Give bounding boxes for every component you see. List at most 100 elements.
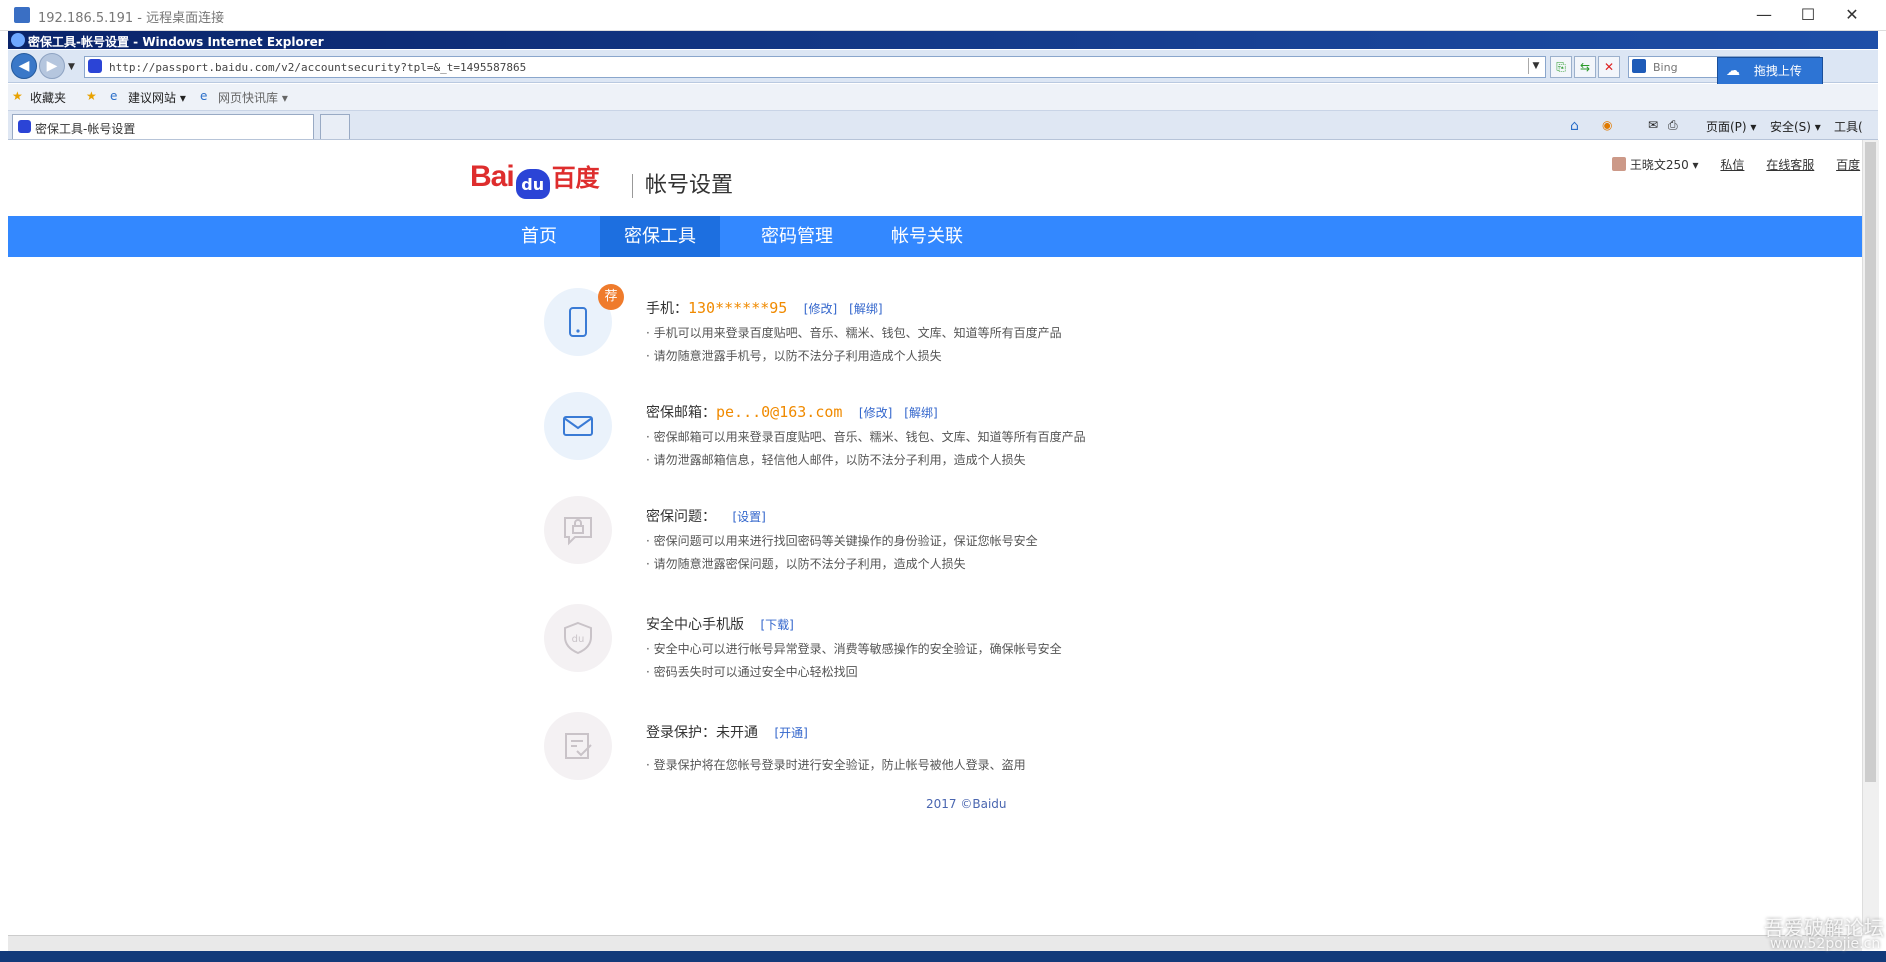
- security-item-login-protect: 登录保护：未开通 [开通] · 登录保护将在您帐号登录时进行安全验证，防止帐号被…: [544, 712, 1244, 802]
- address-bar[interactable]: ▼: [84, 56, 1546, 78]
- mail-icon: [544, 392, 612, 460]
- email-unbind-link[interactable]: [解绑]: [904, 406, 937, 420]
- question-desc-1: · 密保问题可以用来进行找回密码等关键操作的身份验证，保证您帐号安全: [646, 534, 1038, 548]
- add-favorite-icon[interactable]: ★: [86, 89, 97, 103]
- back-arrow-icon[interactable]: ◀: [11, 53, 37, 79]
- question-setup-link[interactable]: [设置]: [732, 510, 765, 524]
- maximize-icon[interactable]: ☐: [1786, 4, 1830, 26]
- email-desc-1: · 密保邮箱可以用来登录百度贴吧、音乐、糯米、钱包、文库、知道等所有百度产品: [646, 430, 1086, 444]
- phone-icon: 荐: [544, 284, 624, 356]
- email-title: 密保邮箱：pe...0@163.com [修改] [解绑]: [646, 402, 938, 422]
- web-slice-gallery-link[interactable]: 网页快讯库 ▾: [218, 89, 288, 106]
- tools-menu[interactable]: 工具(: [1834, 118, 1863, 135]
- svg-text:du: du: [572, 634, 585, 645]
- phone-label: 手机：: [646, 301, 688, 317]
- mail-icon[interactable]: ✉: [1648, 118, 1658, 132]
- phone-modify-link[interactable]: [修改]: [804, 302, 837, 316]
- page-title: 帐号设置: [632, 174, 733, 198]
- taskbar: [0, 951, 1886, 962]
- tab-title: 密保工具-帐号设置: [35, 122, 136, 136]
- favorites-button[interactable]: 收藏夹: [30, 89, 66, 106]
- footer-copyright: 2017 ©Baidu: [926, 797, 1007, 811]
- login-protect-enable-link[interactable]: [开通]: [774, 726, 807, 740]
- username-dropdown[interactable]: 王晓文250 ▾: [1630, 158, 1699, 172]
- phone-value: 130******95: [688, 299, 788, 317]
- remote-desktop-title: 192.186.5.191 - 远程桌面连接: [38, 11, 225, 26]
- ie-page-icon: e: [200, 89, 208, 103]
- mobile-app-download-link[interactable]: [下载]: [760, 618, 793, 632]
- baidu-logo[interactable]: Bai du 百度: [470, 158, 600, 199]
- favorites-bar: ★ 收藏夹 ★ e 建议网站 ▾ e 网页快讯库 ▾: [8, 84, 1878, 111]
- refresh-icon[interactable]: ⇆: [1574, 56, 1596, 78]
- mobile-app-title: 安全中心手机版 [下载]: [646, 614, 794, 634]
- ie-icon: [11, 33, 25, 47]
- remote-desktop-icon: [14, 7, 30, 23]
- address-dropdown-icon[interactable]: ▼: [1528, 58, 1543, 74]
- shield-icon: du: [544, 604, 612, 672]
- question-title: 密保问题： [设置]: [646, 506, 766, 526]
- login-protect-desc-1: · 登录保护将在您帐号登录时进行安全验证，防止帐号被他人登录、盗用: [646, 758, 1026, 772]
- forward-arrow-icon[interactable]: ▶: [39, 53, 65, 79]
- user-links: 王晓文250 ▾ 私信 在线客服 百度: [1612, 156, 1860, 173]
- security-item-email: 密保邮箱：pe...0@163.com [修改] [解绑] · 密保邮箱可以用来登…: [544, 392, 1244, 482]
- baidu-home-link[interactable]: 百度: [1836, 158, 1860, 172]
- compat-view-icon[interactable]: ⎘: [1550, 56, 1572, 78]
- print-icon[interactable]: ⎙: [1668, 118, 1678, 133]
- vertical-scrollbar[interactable]: [1862, 140, 1879, 935]
- phone-desc-1: · 手机可以用来登录百度贴吧、音乐、糯米、钱包、文库、知道等所有百度产品: [646, 326, 1062, 340]
- remote-desktop-titlebar: 192.186.5.191 - 远程桌面连接 — ☐ ✕: [0, 0, 1886, 31]
- document-check-icon: [544, 712, 612, 780]
- security-item-question: 密保问题： [设置] · 密保问题可以用来进行找回密码等关键操作的身份验证，保证…: [544, 496, 1244, 586]
- phone-title: 手机：130******95 [修改] [解绑]: [646, 298, 883, 318]
- page-menu[interactable]: 页面(P) ▾: [1706, 118, 1756, 135]
- email-value: pe...0@163.com: [716, 403, 843, 421]
- lock-chat-icon: [544, 496, 612, 564]
- home-icon[interactable]: ⌂: [1570, 118, 1579, 134]
- phone-unbind-link[interactable]: [解绑]: [849, 302, 882, 316]
- mobile-app-desc-2: · 密码丢失时可以通过安全中心轻松找回: [646, 665, 858, 679]
- close-icon[interactable]: ✕: [1830, 4, 1874, 26]
- status-bar: [8, 935, 1862, 952]
- login-protect-label: 登录保护：未开通: [646, 725, 758, 741]
- nav-home[interactable]: 首页: [474, 216, 604, 257]
- history-dropdown-icon[interactable]: ▼: [68, 62, 75, 72]
- favorites-star-icon: ★: [12, 89, 23, 103]
- recommend-badge: 荐: [598, 284, 624, 310]
- cloud-icon: ☁: [1726, 63, 1740, 79]
- mobile-app-desc-1: · 安全中心可以进行帐号异常登录、消费等敏感操作的安全验证，确保帐号安全: [646, 642, 1062, 656]
- tab-favicon-icon: [18, 120, 31, 133]
- rss-icon[interactable]: ◉: [1602, 118, 1612, 132]
- bing-icon: [1632, 59, 1646, 73]
- tab-account-settings[interactable]: 密保工具-帐号设置: [12, 114, 314, 139]
- safety-menu[interactable]: 安全(S) ▾: [1770, 118, 1821, 135]
- online-service-link[interactable]: 在线客服: [1766, 158, 1814, 172]
- ie-window-title: 密保工具-帐号设置 - Windows Internet Explorer: [28, 35, 324, 49]
- phone-desc-2: · 请勿随意泄露手机号，以防不法分子利用造成个人损失: [646, 349, 942, 363]
- nav-password[interactable]: 密码管理: [732, 216, 862, 257]
- logo-bai-text: Bai: [470, 160, 515, 193]
- minimize-icon[interactable]: —: [1742, 4, 1786, 26]
- scrollbar-thumb[interactable]: [1865, 142, 1876, 782]
- question-label: 密保问题：: [646, 509, 716, 525]
- page-content: Bai du 百度 帐号设置 王晓文250 ▾ 私信 在线客服 百度 首页 密保工具…: [8, 140, 1862, 935]
- stop-icon[interactable]: ✕: [1598, 56, 1620, 78]
- question-desc-2: · 请勿随意泄露密保问题，以防不法分子利用，造成个人损失: [646, 557, 966, 571]
- address-input[interactable]: [107, 57, 1511, 77]
- drag-upload-label: 拖拽上传: [1753, 64, 1802, 78]
- mobile-app-label: 安全中心手机版: [646, 617, 744, 633]
- address-toolbar: ◀ ▶ ▼ ▼ ⎘ ⇆ ✕: [8, 50, 1878, 83]
- drag-upload-button[interactable]: ☁ 拖拽上传: [1717, 57, 1823, 85]
- security-item-mobile-app: du 安全中心手机版 [下载] · 安全中心可以进行帐号异常登录、消费等敏感操作…: [544, 604, 1244, 694]
- messages-link[interactable]: 私信: [1720, 158, 1744, 172]
- new-tab-button[interactable]: [320, 114, 350, 139]
- site-favicon-icon: [88, 59, 102, 73]
- suggested-sites-link[interactable]: 建议网站 ▾: [128, 89, 186, 106]
- nav-security-tools[interactable]: 密保工具: [600, 216, 720, 257]
- watermark-url: www.52pojie.cn: [1770, 936, 1881, 952]
- nav-account-link[interactable]: 帐号关联: [862, 216, 992, 257]
- email-label: 密保邮箱：: [646, 405, 716, 421]
- email-modify-link[interactable]: [修改]: [859, 406, 892, 420]
- tab-bar: 密保工具-帐号设置 ⌂ ◉ ✉ ⎙ 页面(P) ▾ 安全(S) ▾ 工具(: [8, 111, 1878, 140]
- ie-titlebar: 密保工具-帐号设置 - Windows Internet Explorer: [8, 31, 1878, 49]
- avatar[interactable]: [1612, 157, 1626, 171]
